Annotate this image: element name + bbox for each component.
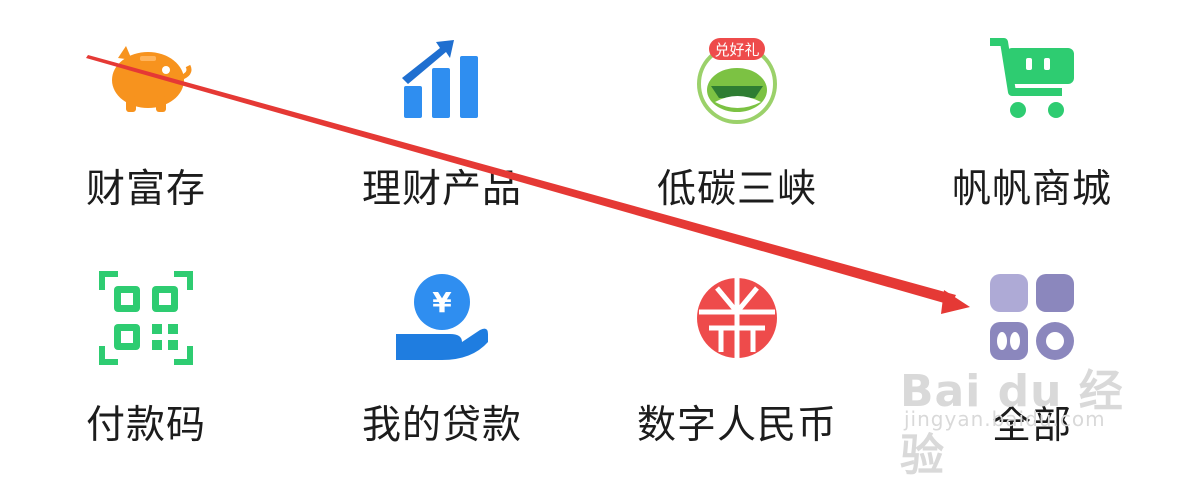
tile-label: 财富存 <box>85 167 206 212</box>
all-apps-icon <box>990 274 1074 360</box>
svg-text:¥: ¥ <box>432 286 452 319</box>
rising-chart-icon <box>402 40 478 118</box>
watermark: Bai du 经验 jingyan.baidu.com <box>900 355 1130 481</box>
watermark-sub: jingyan.baidu.com <box>904 407 1106 431</box>
tile-label: 理财产品 <box>361 167 522 212</box>
digital-yuan-icon <box>697 278 777 358</box>
yuan-hand-icon: ¥ <box>396 274 488 360</box>
tile-mall[interactable]: 帆帆商城 <box>902 0 1162 212</box>
tile-label: 我的贷款 <box>361 403 522 448</box>
tile-label: 低碳三峡 <box>656 167 817 212</box>
tile-my-loans[interactable]: ¥ 我的贷款 <box>312 240 572 450</box>
tile-digital-rmb[interactable]: 数字人民币 <box>607 240 867 450</box>
badge-text: 兑好礼 <box>714 41 759 59</box>
tile-low-carbon[interactable]: 兑好礼 低碳三峡 <box>607 0 867 212</box>
tile-label: 数字人民币 <box>636 403 837 448</box>
gift-badge-icon: 兑好礼 <box>697 38 777 124</box>
tile-payment-code[interactable]: 付款码 <box>16 240 276 450</box>
shopping-cart-icon <box>990 38 1074 118</box>
tile-financial-products[interactable]: 理财产品 <box>312 0 572 212</box>
qr-code-icon <box>99 271 193 365</box>
piggy-bank-icon <box>112 46 192 112</box>
tile-label: 帆帆商城 <box>951 167 1112 212</box>
tile-label: 付款码 <box>85 403 206 448</box>
tile-wealth-deposit[interactable]: 财富存 <box>16 0 276 212</box>
